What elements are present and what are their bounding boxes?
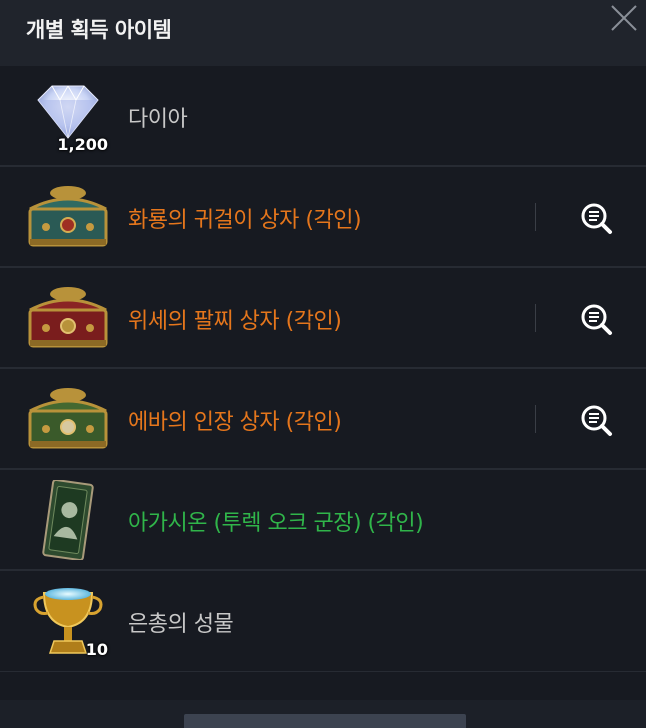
row-divider	[535, 203, 536, 231]
acquired-items-panel: 개별 획득 아이템 1,200 다이아 화룡의 귀걸이 상자 (각인) 위세의 …	[0, 0, 646, 728]
item-detail-button[interactable]	[576, 402, 616, 438]
list-item[interactable]: 에바의 인장 상자 (각인)	[0, 369, 646, 470]
close-icon	[611, 5, 637, 31]
card-icon	[22, 480, 114, 560]
list-item[interactable]: 화룡의 귀걸이 상자 (각인)	[0, 167, 646, 268]
diamond-icon: 1,200	[22, 76, 114, 156]
panel-header: 개별 획득 아이템	[0, 0, 646, 66]
item-detail-button[interactable]	[576, 200, 616, 236]
item-count: 10	[85, 640, 108, 659]
item-name: 다이아	[128, 107, 188, 132]
list-item[interactable]: 아가시온 (투렉 오크 군장) (각인)	[0, 470, 646, 571]
list-item[interactable]: 1,200 다이아	[0, 66, 646, 167]
trophy-icon: 10	[22, 581, 114, 661]
list-item[interactable]: 10 은총의 성물	[0, 571, 646, 672]
chest-icon	[22, 177, 114, 257]
item-count: 1,200	[57, 135, 108, 154]
list-item[interactable]: 위세의 팔찌 상자 (각인)	[0, 268, 646, 369]
confirm-button[interactable]	[184, 714, 466, 728]
magnifier-icon	[581, 203, 612, 234]
magnifier-icon	[581, 405, 612, 436]
item-name: 위세의 팔찌 상자 (각인)	[128, 309, 342, 334]
item-detail-button[interactable]	[576, 301, 616, 337]
item-list: 1,200 다이아 화룡의 귀걸이 상자 (각인) 위세의 팔찌 상자 (각인)…	[0, 66, 646, 672]
row-divider	[535, 405, 536, 433]
magnifier-icon	[581, 304, 612, 335]
chest-icon	[22, 379, 114, 459]
close-button[interactable]	[604, 0, 644, 36]
item-name: 에바의 인장 상자 (각인)	[128, 410, 342, 435]
chest-icon	[22, 278, 114, 358]
item-name: 화룡의 귀걸이 상자 (각인)	[128, 208, 362, 233]
row-divider	[535, 304, 536, 332]
item-name: 은총의 성물	[128, 612, 234, 637]
panel-title: 개별 획득 아이템	[26, 18, 172, 42]
item-name: 아가시온 (투렉 오크 군장) (각인)	[128, 511, 424, 536]
